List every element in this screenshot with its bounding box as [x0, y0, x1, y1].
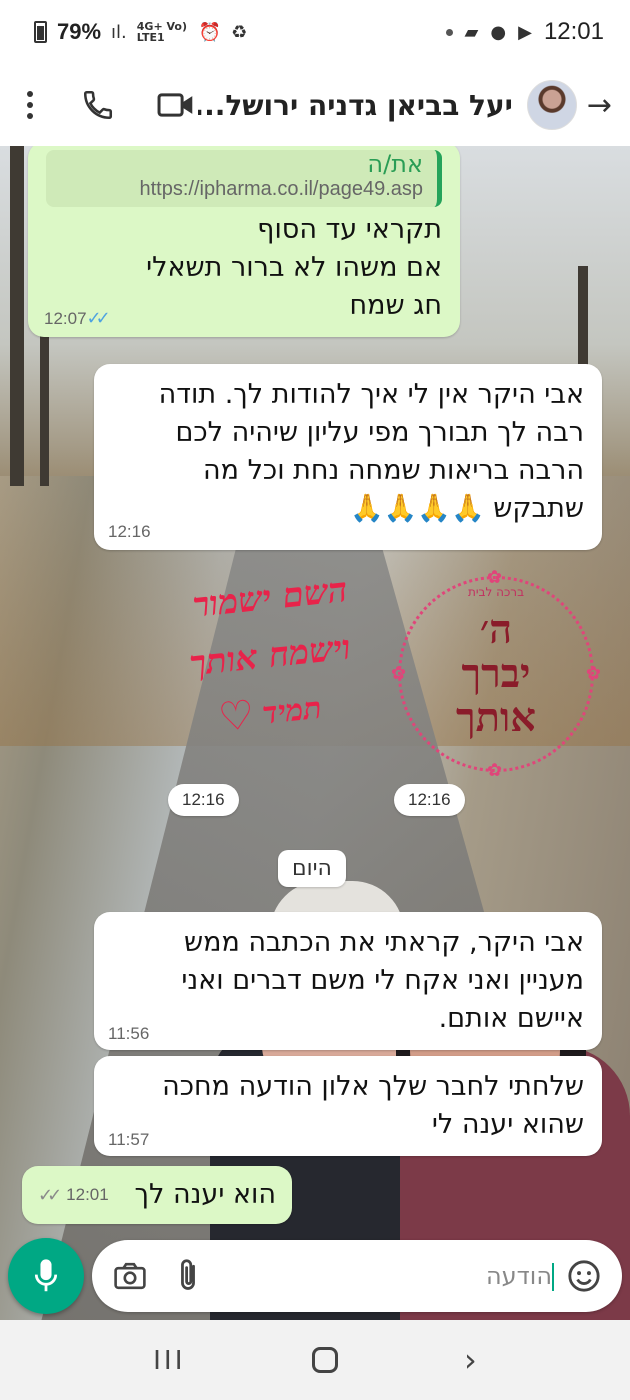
message-input-placeholder: הודעה	[485, 1261, 552, 1290]
message-meta: 11:56	[108, 1024, 149, 1044]
heart-icon: ♡	[216, 691, 257, 742]
message-line: אם משהו לא ברור תשאלי	[146, 252, 442, 283]
emoji-icon	[568, 1260, 600, 1292]
kebab-menu-icon[interactable]	[18, 91, 42, 119]
message-time: 11:56	[108, 1024, 150, 1043]
video-call-icon	[157, 93, 193, 117]
paperclip-icon	[181, 1259, 195, 1290]
emoji-button[interactable]	[564, 1256, 604, 1296]
quoted-message[interactable]: את/ה https://ipharma.co.il/page49.asp	[46, 150, 442, 207]
message-bubble-incoming[interactable]: אבי היקר אין לי איך להודות לך. תודה רבה …	[94, 364, 602, 550]
sticker-line: וישמח אותך	[187, 627, 353, 685]
camera-button[interactable]	[110, 1256, 150, 1296]
chat-header: יעל בביאן גדניה ירושל... →	[0, 64, 630, 146]
message-line: מעניין ואני אקח לי משם דברים ואני	[181, 965, 584, 996]
message-bubble-incoming[interactable]: שלחתי לחבר שלך אלון הודעה מחכה שהוא יענה…	[94, 1056, 602, 1156]
sticker-blessing-text[interactable]: השם ישמור וישמח אותך ♡ תמיד	[160, 570, 380, 768]
message-line: אבי היקר, קראתי את הכתבה ממש	[183, 927, 584, 958]
flower-icon: ✿	[487, 760, 503, 781]
recycle-icon: ♻	[231, 21, 248, 43]
sticker-line: יברך	[461, 650, 531, 697]
text-caret	[552, 1262, 554, 1291]
camera-icon	[114, 1262, 146, 1290]
message-input-bar: הודעה	[92, 1240, 622, 1312]
message-line: שלחתי לחבר שלך אלון הודעה מחכה	[162, 1071, 584, 1102]
alarm-icon: ⏰	[198, 21, 222, 43]
message-line: הרבה בריאות שמחה נחת וכל מה	[203, 455, 584, 486]
mic-icon	[34, 1259, 58, 1292]
avatar[interactable]	[526, 80, 577, 130]
message-meta: ✓✓ 12:01	[38, 1185, 109, 1206]
message-time: 12:16	[108, 522, 151, 541]
app-notification-icon: ●	[490, 21, 507, 43]
sticker-blessing-circle[interactable]: ברכה לבית ה׳ יברך אותך ✿ ✿ ✿ ✿	[391, 567, 601, 781]
recent-apps-icon[interactable]: III	[153, 1344, 185, 1376]
sticker-time: 12:16	[168, 784, 239, 816]
delivered-ticks-icon: ✓✓	[38, 1184, 62, 1206]
flower-icon: ✿	[487, 567, 503, 588]
message-meta: 12:16	[108, 522, 151, 542]
system-nav-bar: III ›	[0, 1320, 630, 1400]
message-input[interactable]: הודעה	[208, 1262, 564, 1291]
sticker-line: תמיד	[260, 690, 324, 732]
quote-url[interactable]: https://ipharma.co.il/page49.asp	[56, 178, 423, 201]
back-arrow-icon[interactable]: →	[587, 88, 612, 123]
message-line: אבי היקר אין לי איך להודות לך. תודה	[158, 379, 584, 410]
message-line: הוא יענה לך	[134, 1179, 276, 1210]
nav-back-icon[interactable]: ›	[464, 1341, 477, 1379]
contact-name[interactable]: יעל בביאן גדניה ירושל...	[198, 89, 527, 122]
message-time: 12:01	[66, 1185, 109, 1204]
phone-icon	[83, 90, 113, 120]
read-ticks-icon: ✓✓	[86, 308, 111, 329]
video-call-button[interactable]	[154, 83, 198, 127]
message-bubble-incoming[interactable]: אבי היקר, קראתי את הכתבה ממש מעניין ואני…	[94, 912, 602, 1050]
sticker-line: ה׳	[479, 606, 513, 653]
home-icon[interactable]	[311, 1347, 338, 1373]
message-meta: ✓✓ 12:07	[44, 308, 115, 329]
battery-icon	[34, 21, 47, 43]
quote-author: את/ה	[367, 150, 423, 178]
clock: 12:01	[543, 18, 604, 45]
message-line: שהוא יענה לי	[431, 1109, 584, 1140]
date-separator: היום	[278, 850, 346, 887]
message-time: 11:57	[108, 1130, 150, 1149]
message-line: תקראי עד הסוף	[257, 214, 442, 245]
message-line: שתבקש 🙏🙏🙏🙏	[350, 493, 584, 524]
flower-icon: ✿	[585, 663, 601, 684]
notification-dot-icon	[445, 28, 453, 36]
message-bubble-outgoing[interactable]: את/ה https://ipharma.co.il/page49.asp תק…	[28, 146, 460, 337]
message-meta: 11:57	[108, 1130, 149, 1150]
message-line: רבה לך תבורך מפי עליון שיהיה לכם	[175, 417, 584, 448]
battery-percent: 79%	[57, 19, 102, 44]
message-line: איישם אותם.	[438, 1003, 584, 1034]
signal-icon: ıl.	[111, 21, 127, 43]
voice-call-button[interactable]	[76, 83, 120, 127]
sticker-line: אותך	[456, 694, 536, 741]
wallpaper-tree	[10, 146, 24, 486]
attach-button[interactable]	[168, 1256, 208, 1296]
youtube-icon: ▶	[518, 21, 532, 43]
chat-area[interactable]: את/ה https://ipharma.co.il/page49.asp תק…	[0, 146, 630, 1320]
status-bar: 79% ıl. 4G+ Vo) LTE1 ⏰ ♻ ▰ ● ▶ 12:01	[0, 0, 630, 64]
message-bubble-outgoing[interactable]: הוא יענה לך ✓✓ 12:01	[22, 1166, 292, 1224]
flower-icon: ✿	[391, 663, 407, 684]
mic-button[interactable]	[8, 1238, 84, 1314]
network-label: 4G+ Vo) LTE1	[136, 20, 188, 44]
message-notification-icon: ▰	[464, 21, 479, 43]
sticker-time: 12:16	[394, 784, 465, 816]
message-time: 12:07	[44, 308, 87, 328]
